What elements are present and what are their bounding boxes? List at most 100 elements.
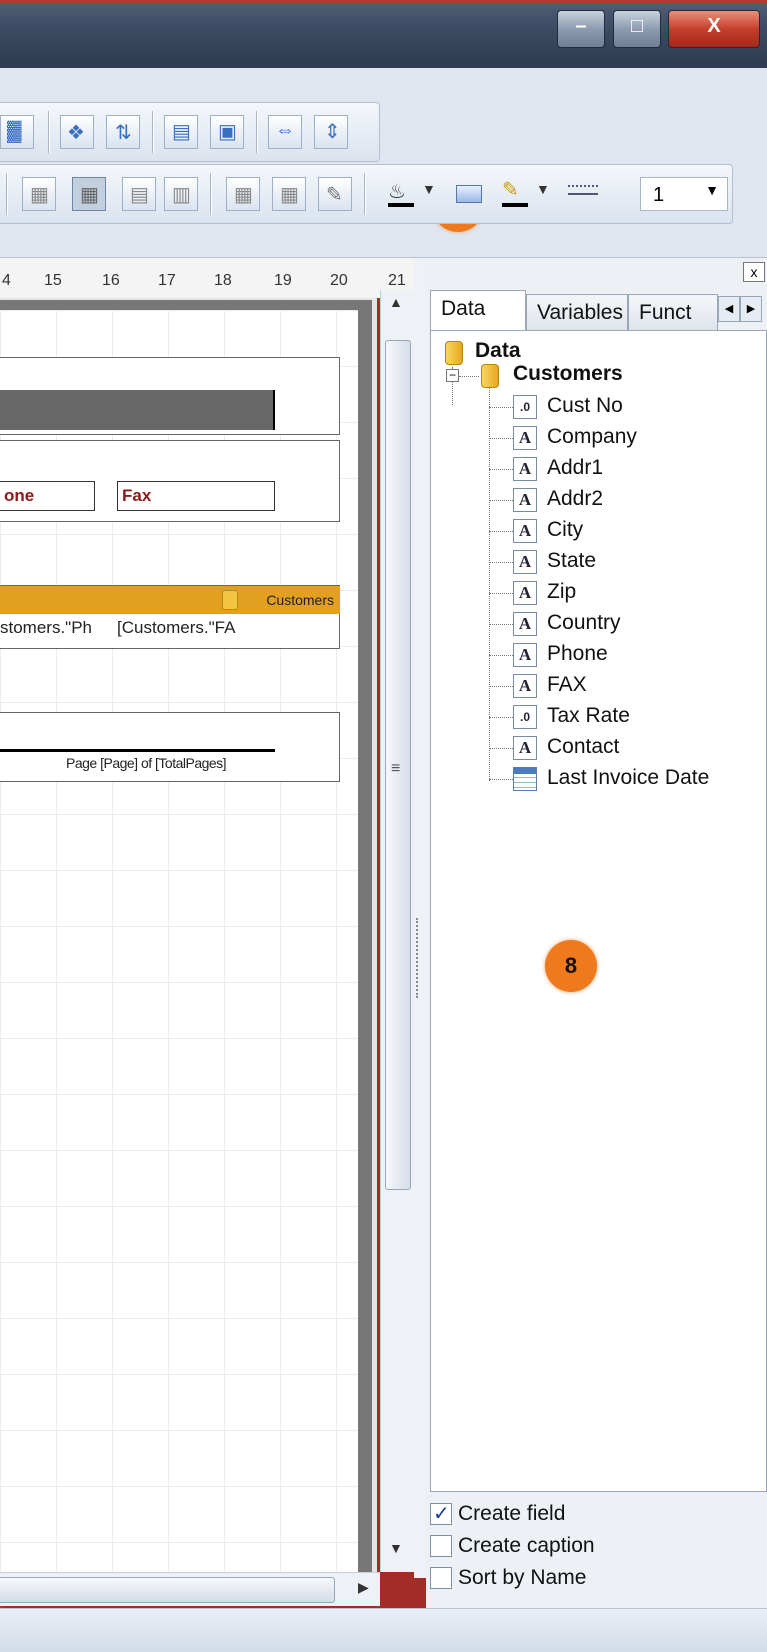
tree-field-cust-no[interactable]: Cust No [547,394,623,418]
tree-field-country[interactable]: Country [547,611,621,635]
title-bar[interactable]: – □ X [0,0,767,68]
ruler-tick: 15 [44,272,62,289]
horizontal-scrollbar[interactable]: ▶ [0,1572,380,1606]
create-field-checkbox[interactable] [430,1501,452,1526]
ruler-tick: 4 [2,272,11,289]
fax-data-cell[interactable]: [Customers."FA [117,618,235,638]
close-icon: X [707,15,721,37]
tree-field-zip[interactable]: Zip [547,580,576,604]
page-number-text[interactable]: Page [Page] of [TotalPages] [66,755,227,771]
tree-field-fax[interactable]: FAX [547,673,587,697]
align-bar-icon[interactable]: ▓ [0,115,34,149]
text-field-icon: A [513,519,537,543]
frame-all-icon[interactable]: ▦ [72,177,106,211]
fill-dropdown-icon[interactable]: ▼ [420,177,438,211]
scroll-right-icon[interactable]: ▶ [358,1579,369,1596]
tree-connector [489,531,513,532]
frame-top-icon[interactable]: ▤ [122,177,156,211]
tree-field-contact[interactable]: Contact [547,735,619,759]
maximize-icon: □ [630,15,644,37]
scroll-down-icon[interactable]: ▼ [389,1540,403,1556]
panel-tabs: Data Variables Funct ◀ ▶ [426,290,767,330]
tree-field-addr1[interactable]: Addr1 [547,456,603,480]
close-button[interactable]: X [668,10,760,48]
database-icon [445,341,463,365]
tree-datasource-label[interactable]: Customers [513,362,623,386]
create-field-option[interactable]: Create field [430,1501,566,1526]
chevron-right-icon[interactable]: ▶ [740,296,762,322]
footer-line[interactable] [0,749,275,752]
data-tree[interactable]: Data − Customers .0 Cust No A Company A Addr1 A Ad… [430,330,767,1492]
panel-splitter[interactable] [414,258,426,1578]
create-caption-checkbox[interactable] [430,1535,452,1558]
line-color-dropdown-icon[interactable]: ▼ [534,177,552,211]
tree-field-addr2[interactable]: Addr2 [547,487,603,511]
title-shape[interactable] [0,390,275,430]
same-height-icon[interactable]: ⇕ [314,115,348,149]
fax-header-cell[interactable]: Fax [117,481,275,511]
toolbar-separator [364,173,366,215]
center-horizontally-icon[interactable]: ❖ [60,115,94,149]
frame-right-icon[interactable]: ▦ [272,177,306,211]
tab-functions[interactable]: Funct [628,294,718,330]
phone-header-cell[interactable]: one [0,481,95,511]
fill-color-icon[interactable]: ♨ [384,177,418,211]
frame-color-rect-icon[interactable] [452,177,486,211]
scroll-up-icon[interactable]: ▲ [389,294,403,310]
tree-connector [459,376,479,377]
text-field-icon: A [513,736,537,760]
data-band-label: Customers [266,592,334,608]
report-title-band[interactable] [0,357,340,435]
page-header-band[interactable]: one Fax [0,440,340,522]
tree-field-city[interactable]: City [547,518,583,542]
database-icon [481,364,499,388]
frame-left-icon[interactable]: ▦ [226,177,260,211]
report-designer-window: – □ X ▓ ❖ ⇅ ▤ ▣ ⇔ ⇕ 3 ▦ ▦ ▤ ▥ ▦ ▦ ✎ [0,0,767,1652]
tree-connector [489,686,513,687]
tab-variables[interactable]: Variables [526,294,628,330]
ruler-tick: 19 [274,272,292,289]
collapse-icon[interactable]: − [446,369,459,382]
tree-field-tax-rate[interactable]: Tax Rate [547,704,630,728]
tree-root-label[interactable]: Data [475,339,521,363]
text-field-icon: A [513,550,537,574]
center-vertically-icon[interactable]: ⇅ [106,115,140,149]
chevron-left-icon[interactable]: ◀ [718,296,740,322]
page-footer-band[interactable]: Page [Page] of [TotalPages] [0,712,340,782]
toolbar-separator [210,173,212,215]
tree-connector [489,748,513,749]
frame-bottom-icon[interactable]: ▥ [164,177,198,211]
text-field-icon: A [513,674,537,698]
sort-by-name-checkbox[interactable] [430,1567,452,1590]
align-left-frame-icon[interactable]: ▤ [164,115,198,149]
line-color-icon[interactable]: ✎ [498,177,532,211]
ruler-tick: 16 [102,272,120,289]
minimize-button[interactable]: – [557,10,605,48]
tree-connector [489,779,513,780]
tab-data[interactable]: Data [430,290,526,330]
line-style-icon[interactable] [566,177,600,211]
data-band-header[interactable]: Customers [0,586,340,614]
chevron-down-icon: ▼ [705,182,719,198]
tree-field-state[interactable]: State [547,549,596,573]
align-center-frame-icon[interactable]: ▣ [210,115,244,149]
frame-none-icon[interactable]: ▦ [22,177,56,211]
tree-connector [489,655,513,656]
create-field-label: Create field [458,1502,566,1525]
horizontal-scroll-thumb[interactable] [0,1577,335,1603]
create-caption-option[interactable]: Create caption [430,1534,595,1558]
frame-edit-icon[interactable]: ✎ [318,177,352,211]
vertical-scrollbar[interactable]: ▲ ≡ ▼ [380,290,414,1572]
close-icon[interactable]: x [743,262,765,282]
tree-field-company[interactable]: Company [547,425,637,449]
same-width-icon[interactable]: ⇔ [268,115,302,149]
master-data-band[interactable]: Customers stomers."Ph [Customers."FA [0,585,340,649]
ruler-tick: 21 [388,272,406,289]
maximize-button[interactable]: □ [613,10,661,48]
panel-header: x [426,258,767,288]
line-width-select[interactable]: 1 ▼ [640,177,728,211]
phone-data-cell[interactable]: stomers."Ph [0,618,92,638]
tree-field-last-invoice-date[interactable]: Last Invoice Date [547,766,709,790]
sort-by-name-option[interactable]: Sort by Name [430,1566,586,1590]
tree-field-phone[interactable]: Phone [547,642,608,666]
